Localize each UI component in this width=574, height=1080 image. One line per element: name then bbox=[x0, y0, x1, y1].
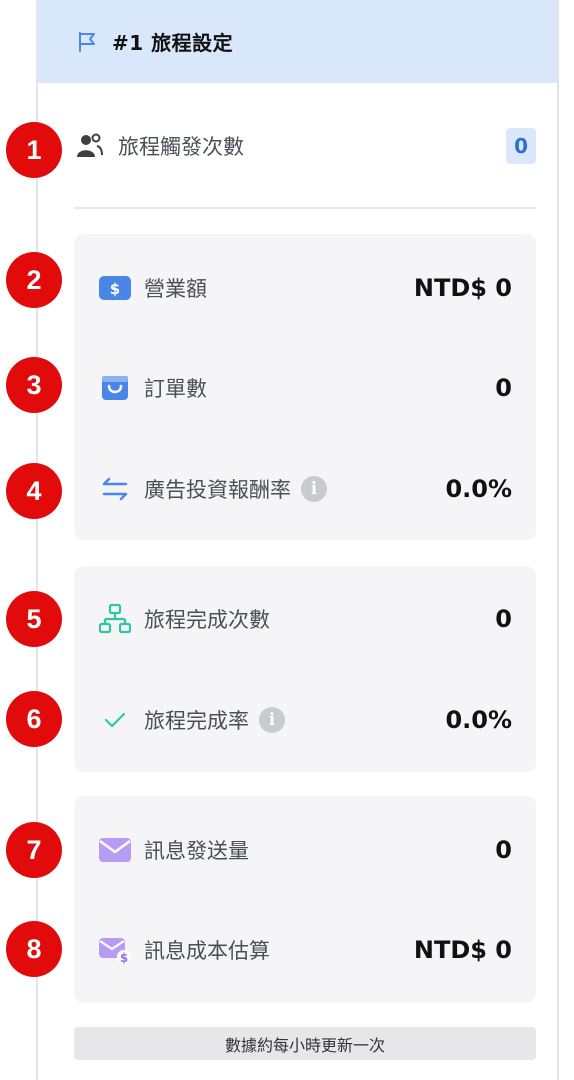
journey-trigger-count: 0 bbox=[506, 128, 536, 164]
journey-settings-title: #1 旅程設定 bbox=[112, 31, 234, 55]
flow-tree-icon bbox=[98, 602, 132, 636]
messages-sent-row: 訊息發送量 0 bbox=[98, 820, 512, 880]
journey-completions-value: 0 bbox=[495, 605, 512, 633]
message-cost-row: $ 訊息成本估算 NTD$ 0 bbox=[98, 920, 512, 980]
revenue-value: NTD$ 0 bbox=[413, 274, 512, 302]
revenue-metrics-card: $ 營業額 NTD$ 0 訂單數 0 廣告投資報酬率 i 0.0% bbox=[74, 234, 536, 540]
annotation-badge-3: 3 bbox=[6, 357, 62, 413]
roas-value: 0.0% bbox=[445, 475, 512, 503]
dollar-icon: $ bbox=[98, 271, 132, 305]
message-cost-value: NTD$ 0 bbox=[413, 936, 512, 964]
journey-completions-row: 旅程完成次數 0 bbox=[98, 589, 512, 649]
annotation-badge-6: 6 bbox=[6, 691, 62, 747]
shopping-bag-icon bbox=[98, 371, 132, 405]
envelope-dollar-icon: $ bbox=[98, 933, 132, 967]
update-frequency-note: 數據約每小時更新一次 bbox=[74, 1027, 536, 1060]
orders-label: 訂單數 bbox=[144, 377, 207, 401]
journey-completion-rate-label: 旅程完成率 bbox=[144, 709, 249, 733]
envelope-icon bbox=[98, 833, 132, 867]
messages-sent-value: 0 bbox=[495, 836, 512, 864]
journey-settings-header[interactable]: #1 旅程設定 bbox=[38, 0, 557, 83]
svg-text:$: $ bbox=[110, 280, 120, 298]
annotation-badge-1: 1 bbox=[6, 122, 62, 178]
annotation-badge-2: 2 bbox=[6, 252, 62, 308]
divider bbox=[74, 207, 536, 209]
annotation-badge-4: 4 bbox=[6, 463, 62, 519]
flag-icon bbox=[76, 31, 98, 53]
message-metrics-card: 訊息發送量 0 $ 訊息成本估算 NTD$ 0 bbox=[74, 796, 536, 1003]
roas-label: 廣告投資報酬率 bbox=[144, 478, 291, 502]
svg-text:$: $ bbox=[120, 951, 128, 965]
annotation-badge-7: 7 bbox=[6, 822, 62, 878]
panel-right-border bbox=[557, 0, 559, 1080]
journey-trigger-row: 旅程觸發次數 0 bbox=[74, 118, 536, 174]
orders-value: 0 bbox=[495, 374, 512, 402]
journey-completions-label: 旅程完成次數 bbox=[144, 608, 270, 632]
revenue-label: 營業額 bbox=[144, 277, 207, 301]
journey-metrics-card: 旅程完成次數 0 旅程完成率 i 0.0% bbox=[74, 566, 536, 772]
info-icon[interactable]: i bbox=[259, 707, 285, 733]
journey-completion-rate-row: 旅程完成率 i 0.0% bbox=[98, 690, 512, 750]
roas-row: 廣告投資報酬率 i 0.0% bbox=[98, 459, 512, 519]
info-icon[interactable]: i bbox=[301, 476, 327, 502]
messages-sent-label: 訊息發送量 bbox=[144, 839, 249, 863]
message-cost-label: 訊息成本估算 bbox=[144, 939, 270, 963]
orders-row: 訂單數 0 bbox=[98, 358, 512, 418]
revenue-row: $ 營業額 NTD$ 0 bbox=[98, 258, 512, 318]
swap-arrows-icon bbox=[98, 472, 132, 506]
check-icon bbox=[98, 703, 132, 737]
annotation-badge-8: 8 bbox=[6, 921, 62, 977]
journey-trigger-label: 旅程觸發次數 bbox=[118, 135, 244, 159]
journey-completion-rate-value: 0.0% bbox=[445, 706, 512, 734]
annotation-badge-5: 5 bbox=[6, 591, 62, 647]
users-icon bbox=[74, 131, 104, 161]
